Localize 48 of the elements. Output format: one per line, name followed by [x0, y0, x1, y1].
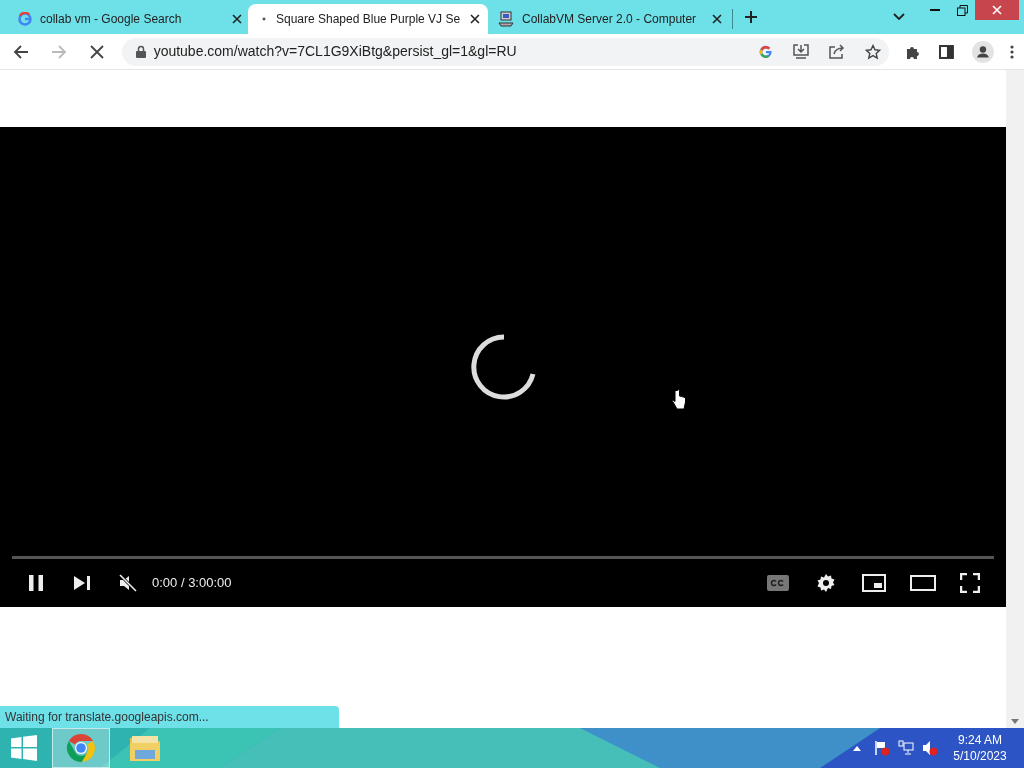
chevron-down-icon: [893, 13, 905, 21]
loading-spinner-icon: [471, 334, 537, 400]
scrollbar[interactable]: [1006, 70, 1024, 728]
loading-icon: [262, 17, 266, 21]
clock-date[interactable]: 5/10/2023: [953, 748, 1007, 764]
address-bar[interactable]: youtube.com/watch?v=7CL1G9XiBtg&persist_gl=1&gl=RU: [121, 37, 890, 66]
hand-cursor-icon: [672, 389, 686, 411]
share-icon[interactable]: [829, 44, 846, 59]
url-text: youtube.com/watch?v=7CL1G9XiBtg&persist_gl=1&gl=RU: [153, 42, 517, 61]
browser-tab[interactable]: CollabVM Server 2.0 - Computer: [488, 4, 728, 34]
computer-icon: [498, 11, 514, 27]
unmute-button[interactable]: [116, 571, 140, 595]
tab-title: collab vm - Google Search: [40, 11, 183, 28]
time-display: 0:00 / 3:00:00: [152, 574, 232, 593]
fullscreen-button[interactable]: [958, 571, 982, 595]
clock-time[interactable]: 9:24 AM: [958, 732, 1002, 748]
miniplayer-button[interactable]: [862, 571, 886, 595]
close-tab-icon[interactable]: [470, 14, 480, 24]
scroll-down-arrow-icon[interactable]: [1011, 719, 1019, 724]
volume-muted-icon[interactable]: [922, 740, 938, 756]
minimize-icon: [930, 9, 940, 11]
menu-icon[interactable]: [1010, 44, 1014, 59]
browser-tab[interactable]: collab vm - Google Search: [8, 4, 248, 34]
tab-title: Square Shaped Blue Purple VJ Se: [275, 11, 461, 28]
google-icon[interactable]: [759, 44, 774, 59]
install-icon[interactable]: [793, 44, 810, 59]
progress-track[interactable]: [12, 556, 994, 559]
close-icon: [992, 5, 1002, 15]
browser-tab[interactable]: Square Shaped Blue Purple VJ Se: [248, 4, 488, 34]
star-icon[interactable]: [865, 43, 882, 60]
close-tab-icon[interactable]: [712, 14, 722, 24]
status-bubble: Waiting for translate.googleapis.com...: [0, 706, 339, 728]
plus-icon: [744, 10, 758, 24]
google-icon: [18, 12, 32, 26]
tab-title: CollabVM Server 2.0 - Computer: [522, 11, 698, 28]
video-player[interactable]: 0:00 / 3:00:00: [0, 127, 1006, 607]
windows-logo-icon: [11, 735, 37, 761]
folder-icon: [129, 734, 161, 762]
profile-icon[interactable]: [972, 40, 995, 63]
side-panel-icon[interactable]: [939, 44, 955, 59]
chrome-icon: [66, 733, 96, 763]
chrome-taskbar-button[interactable]: [52, 728, 110, 768]
close-tab-icon[interactable]: [232, 14, 242, 24]
lock-icon: [135, 45, 146, 58]
network-error-icon[interactable]: [898, 740, 914, 756]
flag-error-icon[interactable]: [874, 740, 890, 756]
restore-icon: [956, 4, 968, 16]
caret-up-icon: [853, 745, 861, 751]
